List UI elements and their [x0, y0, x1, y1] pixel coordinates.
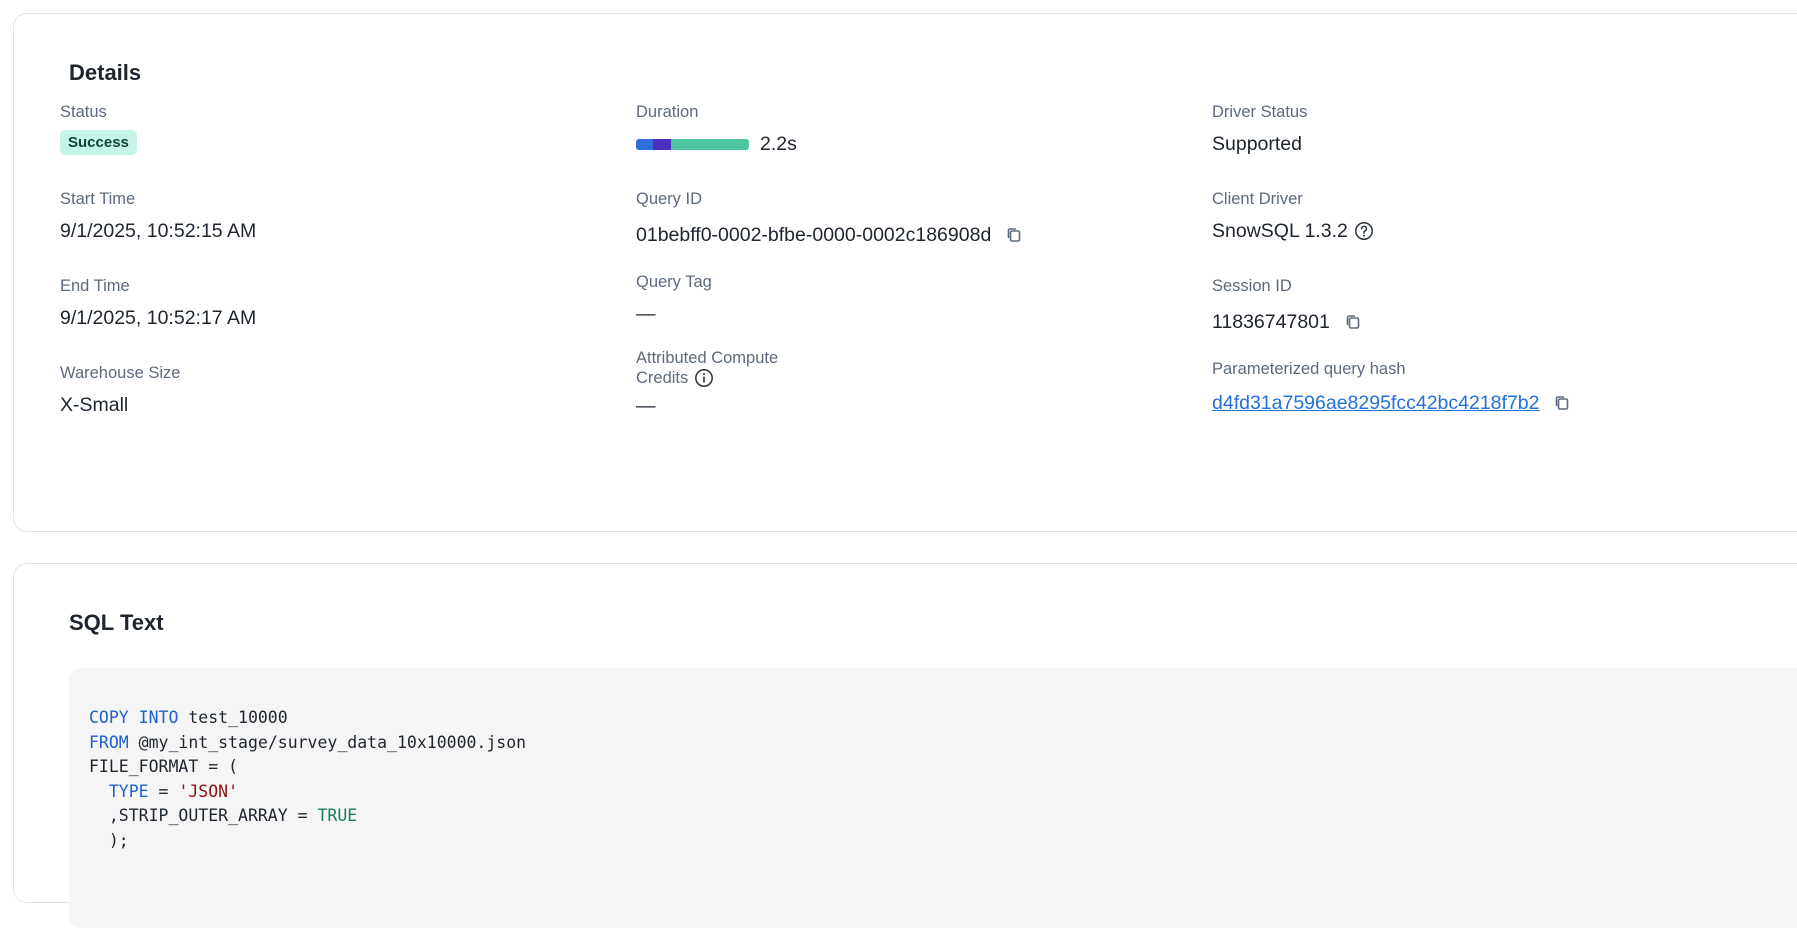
sql-token: TYPE [108, 781, 149, 801]
client-driver-row: SnowSQL 1.3.2 [1212, 219, 1374, 243]
query-hash-field: Parameterized query hash d4fd31a7596ae82… [1212, 359, 1571, 415]
sql-text-title: SQL Text [69, 610, 164, 635]
info-icon[interactable] [694, 368, 714, 388]
query-hash-row: d4fd31a7596ae8295fcc42bc4218f7b2 [1212, 391, 1571, 415]
driver-status-field: Driver Status Supported [1212, 102, 1307, 156]
duration-segment-2 [653, 138, 671, 150]
attributed-credits-label-2: Credits [636, 369, 689, 387]
status-badge: Success [60, 130, 137, 155]
driver-status-value: Supported [1212, 133, 1302, 155]
driver-status-label: Driver Status [1212, 103, 1308, 121]
sql-line: FILE_FORMAT = ( [89, 755, 1797, 780]
sql-token: test_10000 [178, 708, 288, 727]
status-label: Status [60, 103, 107, 121]
query-id-row: 01bebff0-0002-bfbe-0000-0002c186908d [636, 223, 1023, 247]
query-hash-label: Parameterized query hash [1212, 360, 1406, 378]
sql-line: TYPE = 'JSON' [89, 780, 1797, 805]
start-time-field: Start Time 9/1/2025, 10:52:15 AM [60, 189, 256, 243]
end-time-field: End Time 9/1/2025, 10:52:17 AM [60, 276, 256, 330]
sql-token: FROM [89, 732, 129, 752]
query-tag-label: Query Tag [636, 273, 712, 291]
details-title: Details [69, 60, 142, 85]
session-id-field: Session ID 11836747801 [1212, 276, 1362, 334]
session-id-row: 11836747801 [1212, 310, 1362, 334]
copy-icon[interactable] [1005, 226, 1023, 244]
duration-label: Duration [636, 103, 699, 121]
sql-line: FROM @my_int_stage/survey_data_10x10000.… [89, 731, 1797, 756]
warehouse-size-label: Warehouse Size [60, 364, 181, 382]
query-id-value: 01bebff0-0002-bfbe-0000-0002c186908d [636, 224, 992, 246]
sql-token: 'JSON' [178, 781, 239, 801]
warehouse-size-value: X-Small [60, 394, 129, 416]
attributed-credits-label-1: Attributed Compute [636, 349, 779, 367]
sql-line: ,STRIP_OUTER_ARRAY = TRUE [89, 804, 1797, 829]
duration-bar[interactable] [636, 138, 749, 150]
query-tag-field: Query Tag — [636, 272, 712, 326]
client-driver-value: SnowSQL 1.3.2 [1212, 220, 1348, 242]
status-field: Status Success [60, 102, 137, 155]
sql-token: ); [89, 830, 129, 850]
details-card: Details Status Success Start Time 9/1/20… [13, 13, 1797, 532]
end-time-value: 9/1/2025, 10:52:17 AM [60, 307, 257, 329]
query-id-field: Query ID 01bebff0-0002-bfbe-0000-0002c18… [636, 189, 1023, 247]
question-circle-icon[interactable] [1354, 221, 1374, 241]
end-time-label: End Time [60, 277, 130, 295]
start-time-label: Start Time [60, 190, 136, 208]
duration-segment-1 [636, 138, 653, 150]
sql-line: ); [89, 829, 1797, 854]
query-hash-link[interactable]: d4fd31a7596ae8295fcc42bc4218f7b2 [1212, 391, 1539, 415]
sql-code-block[interactable]: COPY INTO test_10000 FROM @my_int_stage/s… [69, 668, 1797, 928]
duration-segment-3 [671, 138, 749, 150]
start-time-value: 9/1/2025, 10:52:15 AM [60, 220, 257, 242]
sql-line: COPY INTO test_10000 [89, 706, 1797, 731]
sql-token: FILE_FORMAT = ( [89, 757, 239, 776]
session-id-label: Session ID [1212, 277, 1292, 295]
session-id-value: 11836747801 [1212, 311, 1330, 333]
sql-token: ,STRIP_OUTER_ARRAY = [89, 806, 318, 825]
sql-text-card: SQL Text COPY INTO test_10000 FROM @my_in… [13, 563, 1797, 928]
attributed-credits-value: — [636, 395, 656, 417]
query-tag-value: — [636, 303, 656, 325]
sql-token: COPY INTO [89, 708, 179, 727]
attributed-credits-field: Attributed Compute Credits — [636, 348, 778, 418]
warehouse-size-field: Warehouse Size X-Small [60, 363, 180, 417]
duration-field: Duration 2.2s [636, 102, 797, 156]
sql-token: @my_int_stage/survey_data_10x10000.json [128, 732, 527, 752]
duration-value: 2.2s [760, 133, 797, 155]
duration-value-row: 2.2s [636, 132, 797, 156]
attributed-credits-label-2-row: Credits [636, 368, 778, 388]
sql-token: TRUE [317, 806, 358, 825]
client-driver-field: Client Driver SnowSQL 1.3.2 [1212, 189, 1374, 243]
query-id-label: Query ID [636, 190, 703, 208]
sql-token: = [148, 781, 179, 801]
client-driver-label: Client Driver [1212, 190, 1303, 208]
copy-icon[interactable] [1553, 394, 1571, 412]
copy-icon[interactable] [1344, 313, 1362, 331]
